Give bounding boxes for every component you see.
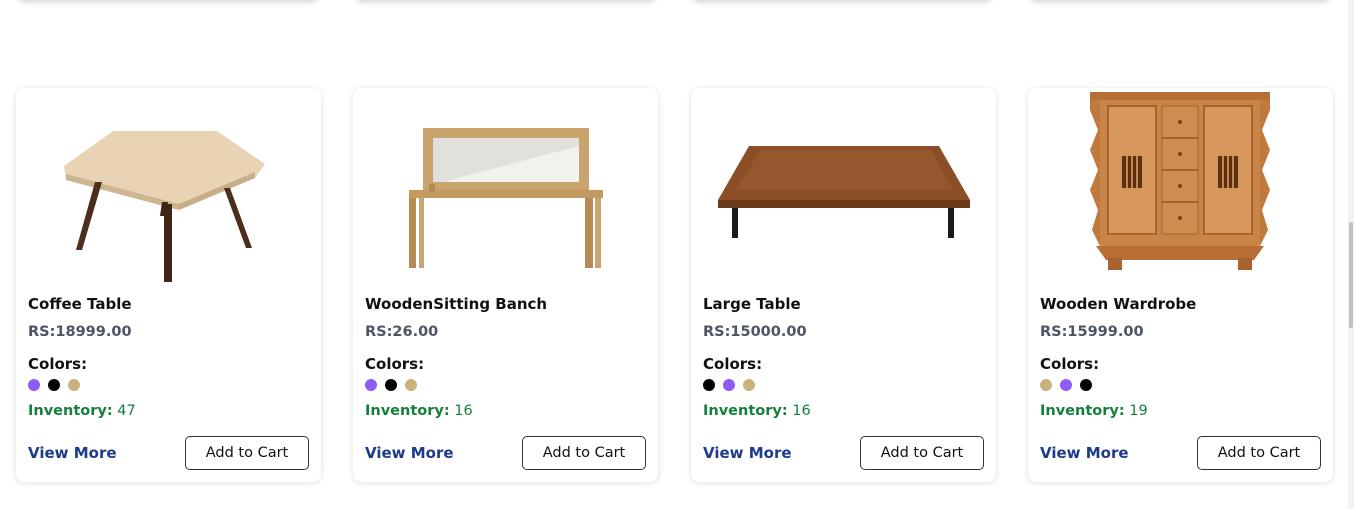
color-swatch[interactable] <box>1040 379 1052 391</box>
colors-label: Colors: <box>1040 355 1100 373</box>
view-more-link[interactable]: View More <box>28 444 117 462</box>
color-swatch[interactable] <box>703 379 715 391</box>
add-to-cart-button[interactable]: Add to Cart <box>860 436 984 470</box>
product-price: RS:15000.00 <box>703 324 807 340</box>
view-more-link[interactable]: View More <box>703 444 792 462</box>
coffee-table-image <box>64 131 265 282</box>
product-image[interactable] <box>16 90 321 282</box>
color-swatch[interactable] <box>723 379 735 391</box>
inventory: Inventory: 16 <box>365 403 473 419</box>
color-swatch[interactable] <box>743 379 755 391</box>
product-card: WoodenSitting Banch RS:26.00 Colors: Inv… <box>353 88 658 482</box>
color-swatches <box>28 379 80 391</box>
color-swatch[interactable] <box>1060 379 1072 391</box>
color-swatch[interactable] <box>48 379 60 391</box>
color-swatch[interactable] <box>1080 379 1092 391</box>
inventory-count: 19 <box>1129 403 1148 419</box>
view-more-link[interactable]: View More <box>365 444 454 462</box>
product-image[interactable] <box>691 90 996 282</box>
product-card: Coffee Table RS:18999.00 Colors: Invento… <box>16 88 321 482</box>
product-card: Large Table RS:15000.00 Colors: Inventor… <box>691 88 996 482</box>
product-name: Large Table <box>703 295 801 313</box>
inventory-label: Inventory: <box>28 403 113 419</box>
add-to-cart-button[interactable]: Add to Cart <box>185 436 309 470</box>
view-more-link[interactable]: View More <box>1040 444 1129 462</box>
inventory: Inventory: 19 <box>1040 403 1148 419</box>
inventory-count: 16 <box>454 403 473 419</box>
wooden-bench-image <box>409 128 603 268</box>
color-swatches <box>365 379 417 391</box>
inventory-label: Inventory: <box>703 403 788 419</box>
product-price: RS:18999.00 <box>28 324 132 340</box>
inventory-label: Inventory: <box>1040 403 1125 419</box>
scrollbar-thumb[interactable] <box>1349 222 1353 328</box>
product-name: Wooden Wardrobe <box>1040 295 1197 313</box>
product-card: Wooden Wardrobe RS:15999.00 Colors: Inve… <box>1028 88 1333 482</box>
add-to-cart-button[interactable]: Add to Cart <box>1197 436 1321 470</box>
color-swatches <box>703 379 755 391</box>
color-swatch[interactable] <box>385 379 397 391</box>
add-to-cart-button[interactable]: Add to Cart <box>522 436 646 470</box>
color-swatches <box>1040 379 1092 391</box>
inventory-label: Inventory: <box>365 403 450 419</box>
color-swatch[interactable] <box>68 379 80 391</box>
product-name: WoodenSitting Banch <box>365 295 548 313</box>
inventory-count: 47 <box>117 403 136 419</box>
wooden-wardrobe-image <box>1090 92 1270 270</box>
product-price: RS:15999.00 <box>1040 324 1144 340</box>
colors-label: Colors: <box>365 355 425 373</box>
large-table-image <box>718 146 970 238</box>
product-price: RS:26.00 <box>365 324 439 340</box>
color-swatch[interactable] <box>405 379 417 391</box>
product-image[interactable] <box>1028 90 1333 282</box>
inventory: Inventory: 47 <box>28 403 136 419</box>
color-swatch[interactable] <box>28 379 40 391</box>
color-swatch[interactable] <box>365 379 377 391</box>
inventory: Inventory: 16 <box>703 403 811 419</box>
product-image[interactable] <box>353 90 658 282</box>
colors-label: Colors: <box>703 355 763 373</box>
product-name: Coffee Table <box>28 295 132 313</box>
colors-label: Colors: <box>28 355 88 373</box>
inventory-count: 16 <box>792 403 811 419</box>
